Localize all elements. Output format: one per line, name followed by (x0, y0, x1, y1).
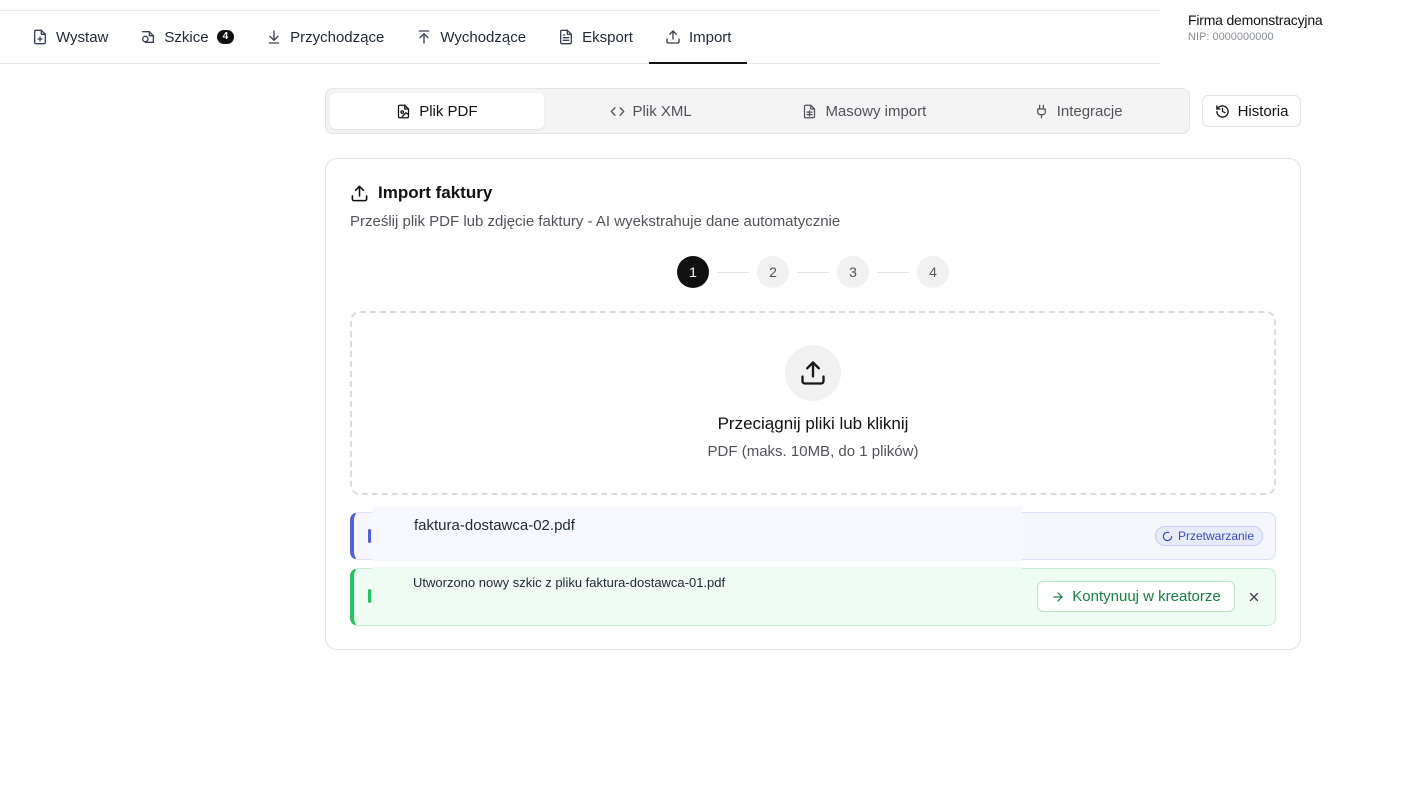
code-icon (610, 106, 624, 116)
status-badge: Przetwarzanie (1154, 526, 1263, 546)
step-connector (877, 271, 909, 273)
continue-label: Kontynuuj w kreatorze (1072, 588, 1221, 605)
company-info[interactable]: Firma demonstracyjna NIP: 0000000000 (1188, 12, 1323, 43)
tab-integracje[interactable]: Integracje (971, 93, 1185, 129)
upload-tray-icon (801, 361, 825, 385)
tab-masowy-import[interactable]: Masowy import (758, 93, 972, 129)
file-plus-icon (34, 29, 46, 45)
processing-indicator (368, 529, 371, 543)
success-panel: Utworzono nowy szkic z pliku faktura-dos… (372, 567, 1022, 625)
nav-item-szkice[interactable]: Szkice 4 (124, 11, 250, 63)
nav-item-wystaw[interactable]: Wystaw (16, 11, 124, 63)
tab-label: Plik PDF (419, 102, 478, 120)
nav-label: Eksport (582, 28, 633, 46)
download-icon (268, 30, 280, 44)
step-connector (797, 271, 829, 273)
tab-plik-pdf[interactable]: Plik PDF (330, 93, 544, 129)
nav-label: Wychodzące (440, 28, 527, 46)
upload-icon (419, 30, 430, 44)
step-connector (717, 271, 749, 273)
file-name-panel: faktura-dostawca-02.pdf (372, 506, 1022, 561)
history-button[interactable]: Historia (1202, 95, 1301, 127)
card-header: Import faktury (350, 183, 492, 203)
dismiss-button[interactable] (1245, 588, 1263, 606)
nav-label: Szkice (164, 28, 209, 46)
file-dropzone[interactable]: Przeciągnij pliki lub kliknij PDF (maks.… (350, 311, 1276, 495)
tab-label: Plik XML (632, 102, 692, 120)
status-label: Przetwarzanie (1177, 529, 1254, 543)
plug-icon (1036, 104, 1046, 118)
import-card: Import faktury Prześlij plik PDF lub zdj… (325, 158, 1301, 650)
nav-label: Wystaw (56, 28, 109, 46)
tab-label: Masowy import (825, 102, 927, 120)
dropzone-icon-circle (785, 345, 841, 401)
success-message: Utworzono nowy szkic z pliku faktura-dos… (413, 575, 726, 590)
success-indicator (368, 589, 371, 603)
tab-label: Integracje (1056, 102, 1123, 120)
step-1: 1 (677, 256, 709, 288)
step-2: 2 (757, 256, 789, 288)
arrow-right-icon (1053, 591, 1063, 602)
step-4: 4 (917, 256, 949, 288)
tab-plik-xml[interactable]: Plik XML (544, 93, 758, 129)
file-text-icon (560, 29, 573, 45)
dropzone-hint: PDF (maks. 10MB, do 1 plików) (707, 443, 919, 460)
nav-item-wychodzace[interactable]: Wychodzące (400, 11, 542, 63)
import-type-tabs: Plik PDF Plik XML Masowy import Integrac… (325, 88, 1190, 134)
step-3: 3 (837, 256, 869, 288)
close-icon (1249, 592, 1259, 602)
nav-label: Import (688, 28, 732, 46)
continue-in-wizard-button[interactable]: Kontynuuj w kreatorze (1037, 581, 1235, 612)
card-subtitle: Prześlij plik PDF lub zdjęcie faktury - … (350, 213, 841, 230)
upload-tray-icon (666, 30, 680, 44)
drafts-icon (142, 31, 155, 43)
nav-item-przychodzace[interactable]: Przychodzące (250, 11, 400, 63)
file-pdf-icon (398, 104, 410, 118)
upload-tray-icon (351, 185, 368, 201)
drafts-count-badge: 4 (216, 30, 235, 44)
file-name: faktura-dostawca-02.pdf (414, 517, 575, 534)
file-spreadsheet-icon (804, 104, 816, 118)
stepper: 1 2 3 4 (677, 256, 949, 288)
file-row-processing: faktura-dostawca-02.pdf Przetwarzanie (350, 506, 1276, 561)
dropzone-title: Przeciągnij pliki lub kliknij (717, 414, 909, 433)
nav-item-eksport[interactable]: Eksport (542, 11, 649, 63)
company-name: Firma demonstracyjna (1188, 12, 1323, 28)
company-nip: NIP: 0000000000 (1188, 31, 1274, 43)
nav-item-import[interactable]: Import (648, 11, 748, 64)
history-label: Historia (1237, 102, 1289, 120)
spinner-icon (1162, 531, 1173, 541)
history-icon (1215, 104, 1229, 118)
main-nav: Wystaw Szkice 4 Przychodzące Wychodzące … (0, 11, 1160, 64)
card-title: Import faktury (378, 183, 493, 202)
file-row-success: Utworzono nowy szkic z pliku faktura-dos… (350, 567, 1276, 626)
nav-label: Przychodzące (290, 28, 385, 46)
